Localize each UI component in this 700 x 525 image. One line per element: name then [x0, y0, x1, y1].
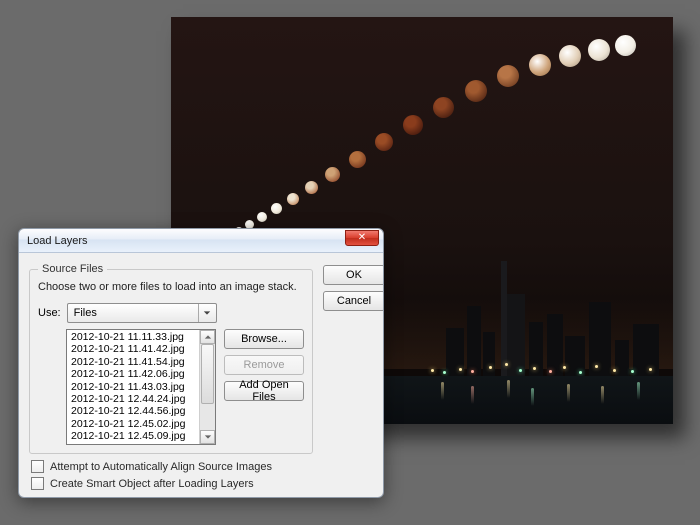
- use-label: Use:: [38, 307, 61, 319]
- close-button[interactable]: ✕: [345, 230, 379, 246]
- moon-phase: [325, 167, 340, 182]
- scroll-thumb[interactable]: [201, 344, 214, 404]
- list-item[interactable]: 2012-10-21 11.42.06.jpg: [67, 368, 199, 380]
- use-select[interactable]: Files: [67, 303, 217, 323]
- moon-phase: [615, 35, 636, 56]
- use-select-value: Files: [68, 307, 198, 319]
- titlebar[interactable]: Load Layers ✕: [19, 229, 383, 253]
- moon-phase: [529, 54, 551, 76]
- moon-phase: [305, 181, 318, 194]
- align-checkbox[interactable]: [31, 460, 44, 473]
- scrollbar[interactable]: [199, 330, 215, 444]
- source-files-group: Source Files Choose two or more files to…: [29, 263, 313, 454]
- chevron-down-icon: [198, 304, 216, 322]
- remove-button[interactable]: Remove: [224, 355, 304, 375]
- group-legend: Source Files: [38, 263, 107, 275]
- moon-phase: [287, 193, 299, 205]
- dialog-title: Load Layers: [27, 235, 345, 247]
- cancel-button[interactable]: Cancel: [323, 291, 384, 311]
- scroll-up-icon[interactable]: [200, 330, 215, 344]
- hint-text: Choose two or more files to load into an…: [38, 281, 304, 293]
- align-checkbox-label: Attempt to Automatically Align Source Im…: [50, 461, 272, 473]
- list-item[interactable]: 2012-10-21 11.41.54.jpg: [67, 356, 199, 368]
- moon-phase: [271, 203, 282, 214]
- add-open-files-button[interactable]: Add Open Files: [224, 381, 304, 401]
- moon-phase: [257, 212, 267, 222]
- smart-object-checkbox[interactable]: [31, 477, 44, 490]
- moon-phase: [349, 151, 366, 168]
- moon-phase: [403, 115, 423, 135]
- smart-object-checkbox-label: Create Smart Object after Loading Layers: [50, 478, 254, 490]
- list-item[interactable]: 2012-10-21 12.45.09.jpg: [67, 430, 199, 442]
- moon-phase: [465, 80, 487, 102]
- moon-phase: [375, 133, 393, 151]
- list-item[interactable]: 2012-10-21 12.44.56.jpg: [67, 405, 199, 417]
- load-layers-dialog: Load Layers ✕ Source Files Choose two or…: [18, 228, 384, 498]
- ok-button[interactable]: OK: [323, 265, 384, 285]
- list-item[interactable]: 2012-10-21 12.45.02.jpg: [67, 418, 199, 430]
- list-item[interactable]: 2012-10-21 12.44.24.jpg: [67, 393, 199, 405]
- list-item[interactable]: 2012-10-21 11.43.03.jpg: [67, 381, 199, 393]
- scroll-down-icon[interactable]: [200, 430, 215, 444]
- browse-button[interactable]: Browse...: [224, 329, 304, 349]
- moon-phase: [559, 45, 581, 67]
- close-icon: ✕: [358, 232, 366, 243]
- moon-phase: [433, 97, 454, 118]
- list-item[interactable]: 2012-10-21 11.11.33.jpg: [67, 331, 199, 343]
- moon-phase: [588, 39, 610, 61]
- list-item[interactable]: 2012-10-21 11.41.42.jpg: [67, 343, 199, 355]
- moon-phase: [497, 65, 519, 87]
- files-listbox[interactable]: 2012-10-21 11.11.33.jpg2012-10-21 11.41.…: [66, 329, 216, 445]
